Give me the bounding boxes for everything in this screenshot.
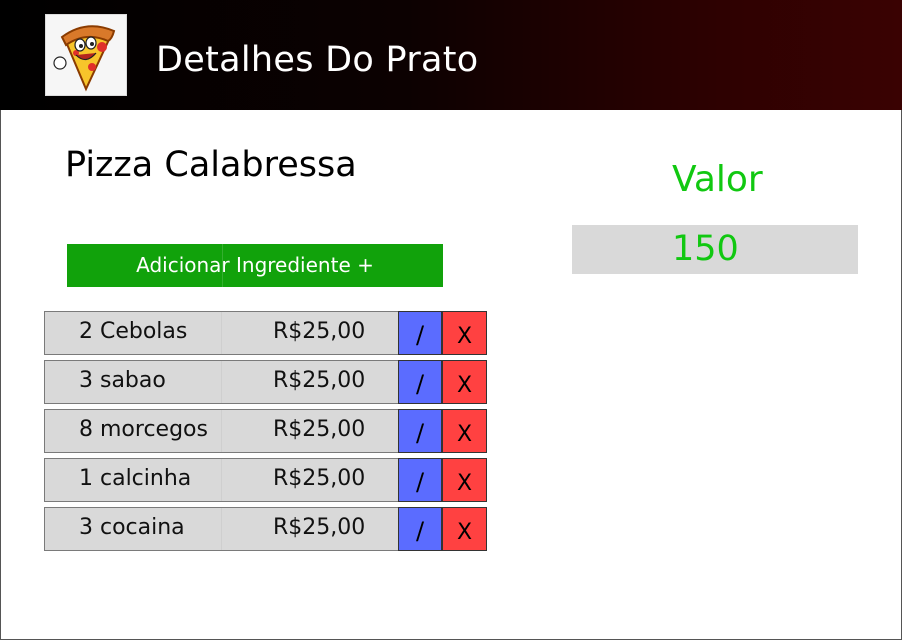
ingredient-price: R$25,00 — [273, 417, 366, 442]
ingredient-name: 3 cocaina — [79, 515, 185, 540]
edit-ingredient-button[interactable]: / — [398, 409, 442, 453]
delete-ingredient-button[interactable]: X — [442, 311, 487, 355]
ingredient-cell: 2 Cebolas R$25,00 — [44, 311, 400, 355]
price-value-box: 150 — [572, 225, 858, 274]
edit-ingredient-button[interactable]: / — [398, 458, 442, 502]
header-bar: Detalhes Do Prato — [0, 0, 902, 110]
ingredient-row: 3 cocaina R$25,00 / X — [44, 507, 487, 551]
edit-ingredient-button[interactable]: / — [398, 311, 442, 355]
delete-ingredient-button[interactable]: X — [442, 409, 487, 453]
pizza-mascot-icon — [45, 14, 127, 96]
ingredient-cell: 3 cocaina R$25,00 — [44, 507, 400, 551]
button-divider — [222, 244, 223, 287]
price-label: Valor — [672, 159, 763, 200]
ingredient-cell: 8 morcegos R$25,00 — [44, 409, 400, 453]
edit-ingredient-button[interactable]: / — [398, 360, 442, 404]
cell-divider — [221, 410, 222, 452]
cell-divider — [221, 312, 222, 354]
ingredient-row: 2 Cebolas R$25,00 / X — [44, 311, 487, 355]
ingredient-price: R$25,00 — [273, 368, 366, 393]
cell-divider — [221, 508, 222, 550]
ingredient-price: R$25,00 — [273, 466, 366, 491]
page-title: Detalhes Do Prato — [156, 40, 479, 80]
ingredient-row: 3 sabao R$25,00 / X — [44, 360, 487, 404]
ingredient-row: 1 calcinha R$25,00 / X — [44, 458, 487, 502]
delete-ingredient-button[interactable]: X — [442, 458, 487, 502]
ingredient-name: 8 morcegos — [79, 417, 208, 442]
ingredient-cell: 3 sabao R$25,00 — [44, 360, 400, 404]
cell-divider — [221, 361, 222, 403]
ingredient-row: 8 morcegos R$25,00 / X — [44, 409, 487, 453]
delete-ingredient-button[interactable]: X — [442, 507, 487, 551]
ingredient-name: 3 sabao — [79, 368, 166, 393]
cell-divider — [221, 459, 222, 501]
ingredient-price: R$25,00 — [273, 319, 366, 344]
add-ingredient-button[interactable]: Adicionar Ingrediente + — [67, 244, 443, 287]
ingredient-name: 2 Cebolas — [79, 319, 188, 344]
delete-ingredient-button[interactable]: X — [442, 360, 487, 404]
ingredient-list: 2 Cebolas R$25,00 / X 3 sabao R$25,00 / … — [44, 311, 487, 556]
add-ingredient-label: Adicionar Ingrediente + — [136, 253, 374, 277]
ingredient-cell: 1 calcinha R$25,00 — [44, 458, 400, 502]
edit-ingredient-button[interactable]: / — [398, 507, 442, 551]
price-value: 150 — [672, 229, 739, 269]
ingredient-name: 1 calcinha — [79, 466, 192, 491]
dish-name: Pizza Calabressa — [65, 145, 357, 185]
ingredient-price: R$25,00 — [273, 515, 366, 540]
